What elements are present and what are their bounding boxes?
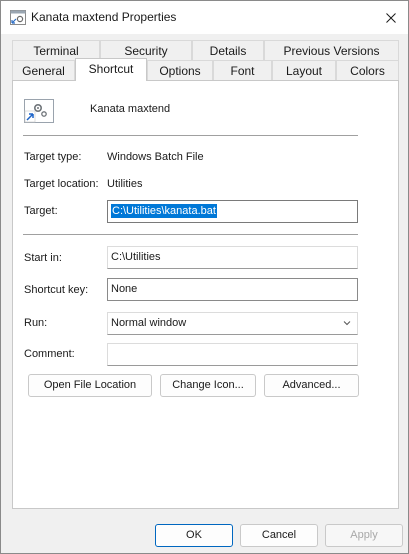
close-button[interactable] [373,1,408,34]
chevron-down-icon [343,321,351,326]
tab-options[interactable]: Options [147,60,213,80]
divider [23,234,358,235]
properties-dialog: Kanata maxtend Properties Terminal Secur… [0,0,409,554]
tab-label: Security [124,44,168,58]
batch-file-shortcut-icon [23,97,55,125]
tab-label: Options [159,64,201,78]
tab-label: Font [230,64,255,78]
comment-input[interactable] [107,343,358,366]
apply-button[interactable]: Apply [325,524,403,547]
tab-label: Terminal [33,44,79,58]
target-location-label: Target location: [24,178,99,190]
tab-shortcut[interactable]: Shortcut [75,58,147,81]
change-icon-button[interactable]: Change Icon... [160,374,256,397]
tab-security[interactable]: Security [100,40,192,60]
target-input[interactable]: C:\Utilities\kanata.bat [107,200,358,223]
start-in-label: Start in: [24,252,62,264]
tab-colors[interactable]: Colors [336,60,399,80]
start-in-input-value: C:\Utilities [111,251,161,263]
comment-label: Comment: [24,348,75,360]
tab-label: General [22,64,65,78]
shortcut-tab-panel: Kanata maxtend Target type: Windows Batc… [12,80,399,509]
tab-row-back: Terminal Security Details Previous Versi… [12,40,399,60]
tab-label: Layout [285,64,323,78]
tab-label: Details [209,44,247,58]
shortcut-name: Kanata maxtend [90,103,171,115]
tab-terminal[interactable]: Terminal [12,40,100,60]
shortcut-key-label: Shortcut key: [24,284,89,296]
cancel-button[interactable]: Cancel [240,524,318,547]
shortcut-key-input-value: None [111,283,138,295]
run-label: Run: [24,317,48,329]
run-select-value: Normal window [111,317,187,329]
advanced-button[interactable]: Advanced... [264,374,359,397]
target-label: Target: [24,205,58,217]
shortcut-key-input[interactable]: None [107,278,358,301]
tab-layout[interactable]: Layout [272,60,336,80]
target-type-label: Target type: [24,151,82,163]
divider [23,135,358,136]
tab-general[interactable]: General [12,60,75,80]
tab-row-front: General Shortcut Options Font Layout Col… [12,58,399,81]
target-location-value: Utilities [107,178,143,190]
start-in-input[interactable]: C:\Utilities [107,246,358,269]
tab-label: Previous Versions [283,44,380,58]
target-type-value: Windows Batch File [107,151,204,163]
tab-details[interactable]: Details [192,40,264,60]
tab-label: Colors [350,64,385,78]
ok-button[interactable]: OK [155,524,233,547]
tab-label: Shortcut [88,62,134,76]
open-file-location-button[interactable]: Open File Location [28,374,152,397]
window-title: Kanata maxtend Properties [31,10,177,24]
tab-font[interactable]: Font [213,60,272,80]
run-select[interactable]: Normal window [107,312,358,335]
properties-window-icon [10,10,26,25]
target-input-value: C:\Utilities\kanata.bat [111,204,217,218]
title-bar: Kanata maxtend Properties [1,1,408,34]
tab-previous-versions[interactable]: Previous Versions [264,40,399,60]
close-icon [385,12,396,23]
